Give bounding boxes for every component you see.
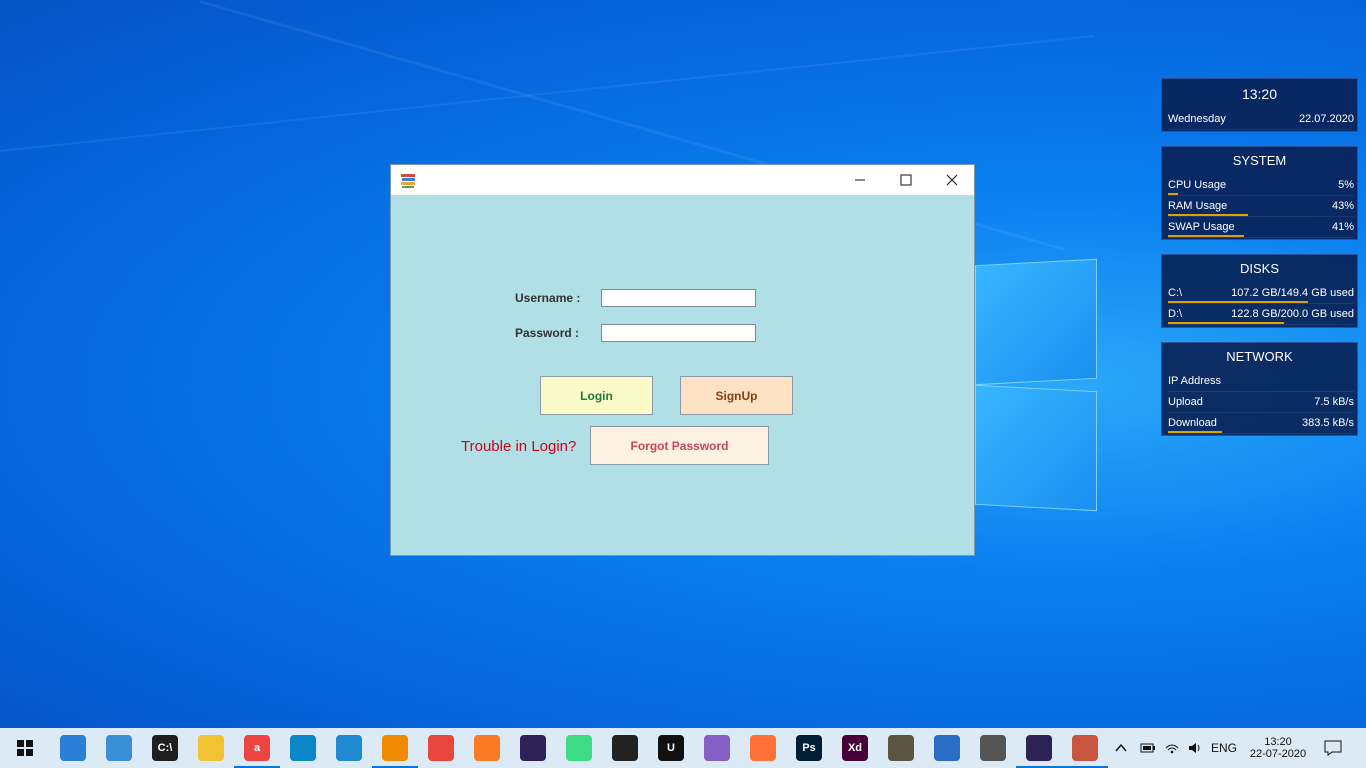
maximize-button[interactable]: [883, 165, 929, 195]
system-row-cpu: CPU Usage 5%: [1168, 175, 1354, 196]
language-indicator[interactable]: ENG: [1211, 728, 1237, 768]
books-icon: [399, 171, 417, 189]
row-label: Download: [1168, 417, 1217, 429]
vlc-icon[interactable]: [382, 735, 408, 761]
wifi-icon[interactable]: [1164, 728, 1180, 768]
disks-title: DISKS: [1239, 261, 1279, 276]
network-title: NETWORK: [1226, 349, 1293, 364]
row-label: RAM Usage: [1168, 200, 1228, 212]
network-widget: NETWORK IP Address Upload 7.5 kB/s Downlo…: [1161, 342, 1358, 436]
anydesk-icon[interactable]: a: [244, 735, 270, 761]
system-row-ram: RAM Usage 43%: [1168, 196, 1354, 217]
row-label: SWAP Usage: [1168, 221, 1235, 233]
usage-bar: [1168, 322, 1284, 324]
system-widget: SYSTEM CPU Usage 5% RAM Usage 43% SWAP Usa…: [1161, 146, 1358, 240]
drive-icon[interactable]: [980, 735, 1006, 761]
firefox-icon[interactable]: [750, 735, 776, 761]
clock-date-row: Wednesday 22.07.2020: [1168, 109, 1354, 130]
tray-date: 22-07-2020: [1249, 748, 1307, 760]
row-value: 41%: [1331, 221, 1354, 233]
clock-date: 22.07.2020: [1298, 113, 1354, 125]
windows-logo-wallpaper: [975, 258, 1097, 512]
desktop-light-beam: [0, 35, 1095, 152]
file-transfer-icon[interactable]: [60, 735, 86, 761]
system-row-swap: SWAP Usage 41%: [1168, 217, 1354, 238]
row-value: 43%: [1331, 200, 1354, 212]
minimize-button[interactable]: [837, 165, 883, 195]
edge-icon[interactable]: [290, 735, 316, 761]
network-row-download: Download 383.5 kB/s: [1168, 413, 1354, 434]
row-value: 107.2 GB/149.4 GB used: [1231, 287, 1354, 299]
books-app-icon[interactable]: [1072, 735, 1098, 761]
login-window: Username : Password : Login SignUp Troub…: [390, 164, 975, 556]
unreal-icon[interactable]: U: [658, 735, 684, 761]
tray-clock[interactable]: 13:20 22-07-2020: [1248, 728, 1308, 768]
trouble-login-text: Trouble in Login?: [461, 438, 577, 455]
row-label: Upload: [1168, 396, 1203, 408]
login-button[interactable]: Login: [540, 376, 653, 415]
unity-icon[interactable]: [612, 735, 638, 761]
row-value: 122.8 GB/200.0 GB used: [1231, 308, 1354, 320]
disk-row-c: C:\ 107.2 GB/149.4 GB used: [1168, 283, 1354, 304]
signup-button[interactable]: SignUp: [680, 376, 793, 415]
usage-bar: [1168, 235, 1244, 237]
row-label: CPU Usage: [1168, 179, 1227, 191]
battery-icon[interactable]: [1140, 728, 1156, 768]
row-value: 7.5 kB/s: [1314, 396, 1354, 408]
terminal-icon[interactable]: C:\: [152, 735, 178, 761]
chrome-icon[interactable]: [428, 735, 454, 761]
photoshop-icon[interactable]: Ps: [796, 735, 822, 761]
control-panel-icon[interactable]: [106, 735, 132, 761]
disk-row-d: D:\ 122.8 GB/200.0 GB used: [1168, 304, 1354, 325]
password-input[interactable]: [601, 324, 756, 342]
username-label: Username :: [515, 291, 581, 305]
file-explorer-icon[interactable]: [198, 735, 224, 761]
volume-icon[interactable]: [1187, 728, 1203, 768]
notification-icon[interactable]: [1324, 728, 1342, 768]
vscode-icon[interactable]: [336, 735, 362, 761]
gimp-icon[interactable]: [888, 735, 914, 761]
tray-chevron-icon[interactable]: [1114, 728, 1128, 768]
usage-bar: [1168, 193, 1178, 195]
network-row-ip: IP Address: [1168, 371, 1354, 392]
xampp-icon[interactable]: [474, 735, 500, 761]
start-button[interactable]: [12, 735, 38, 761]
password-label: Password :: [515, 326, 580, 340]
system-title: SYSTEM: [1232, 153, 1287, 168]
android-studio-icon[interactable]: [566, 735, 592, 761]
eclipse-icon[interactable]: [520, 735, 546, 761]
row-value: 383.5 kB/s: [1302, 417, 1354, 429]
clock-day: Wednesday: [1168, 113, 1226, 125]
row-label: D:\: [1168, 308, 1183, 320]
visual-studio-icon[interactable]: [704, 735, 730, 761]
taskbar: C:\ a U Ps Xd ENG 13:20 22-07-2020: [0, 728, 1366, 768]
tray-time: 13:20: [1264, 736, 1292, 748]
disks-widget: DISKS C:\ 107.2 GB/149.4 GB used D:\ 122.8…: [1161, 254, 1358, 328]
usage-bar: [1168, 431, 1222, 433]
network-row-upload: Upload 7.5 kB/s: [1168, 392, 1354, 413]
clock-time: 13:20: [1241, 86, 1278, 102]
forgot-password-button[interactable]: Forgot Password: [590, 426, 769, 465]
row-label: C:\: [1168, 287, 1183, 299]
close-button[interactable]: [929, 165, 975, 195]
eclipse-active-icon[interactable]: [1026, 735, 1052, 761]
clock-widget: 13:20 Wednesday 22.07.2020: [1161, 78, 1358, 132]
usage-bar: [1168, 214, 1248, 216]
adobe-xd-icon[interactable]: Xd: [842, 735, 868, 761]
document-icon[interactable]: [934, 735, 960, 761]
row-value: 5%: [1338, 179, 1354, 191]
username-input[interactable]: [601, 289, 756, 307]
window-titlebar[interactable]: [391, 165, 974, 195]
usage-bar: [1168, 301, 1308, 303]
row-label: IP Address: [1168, 375, 1221, 387]
